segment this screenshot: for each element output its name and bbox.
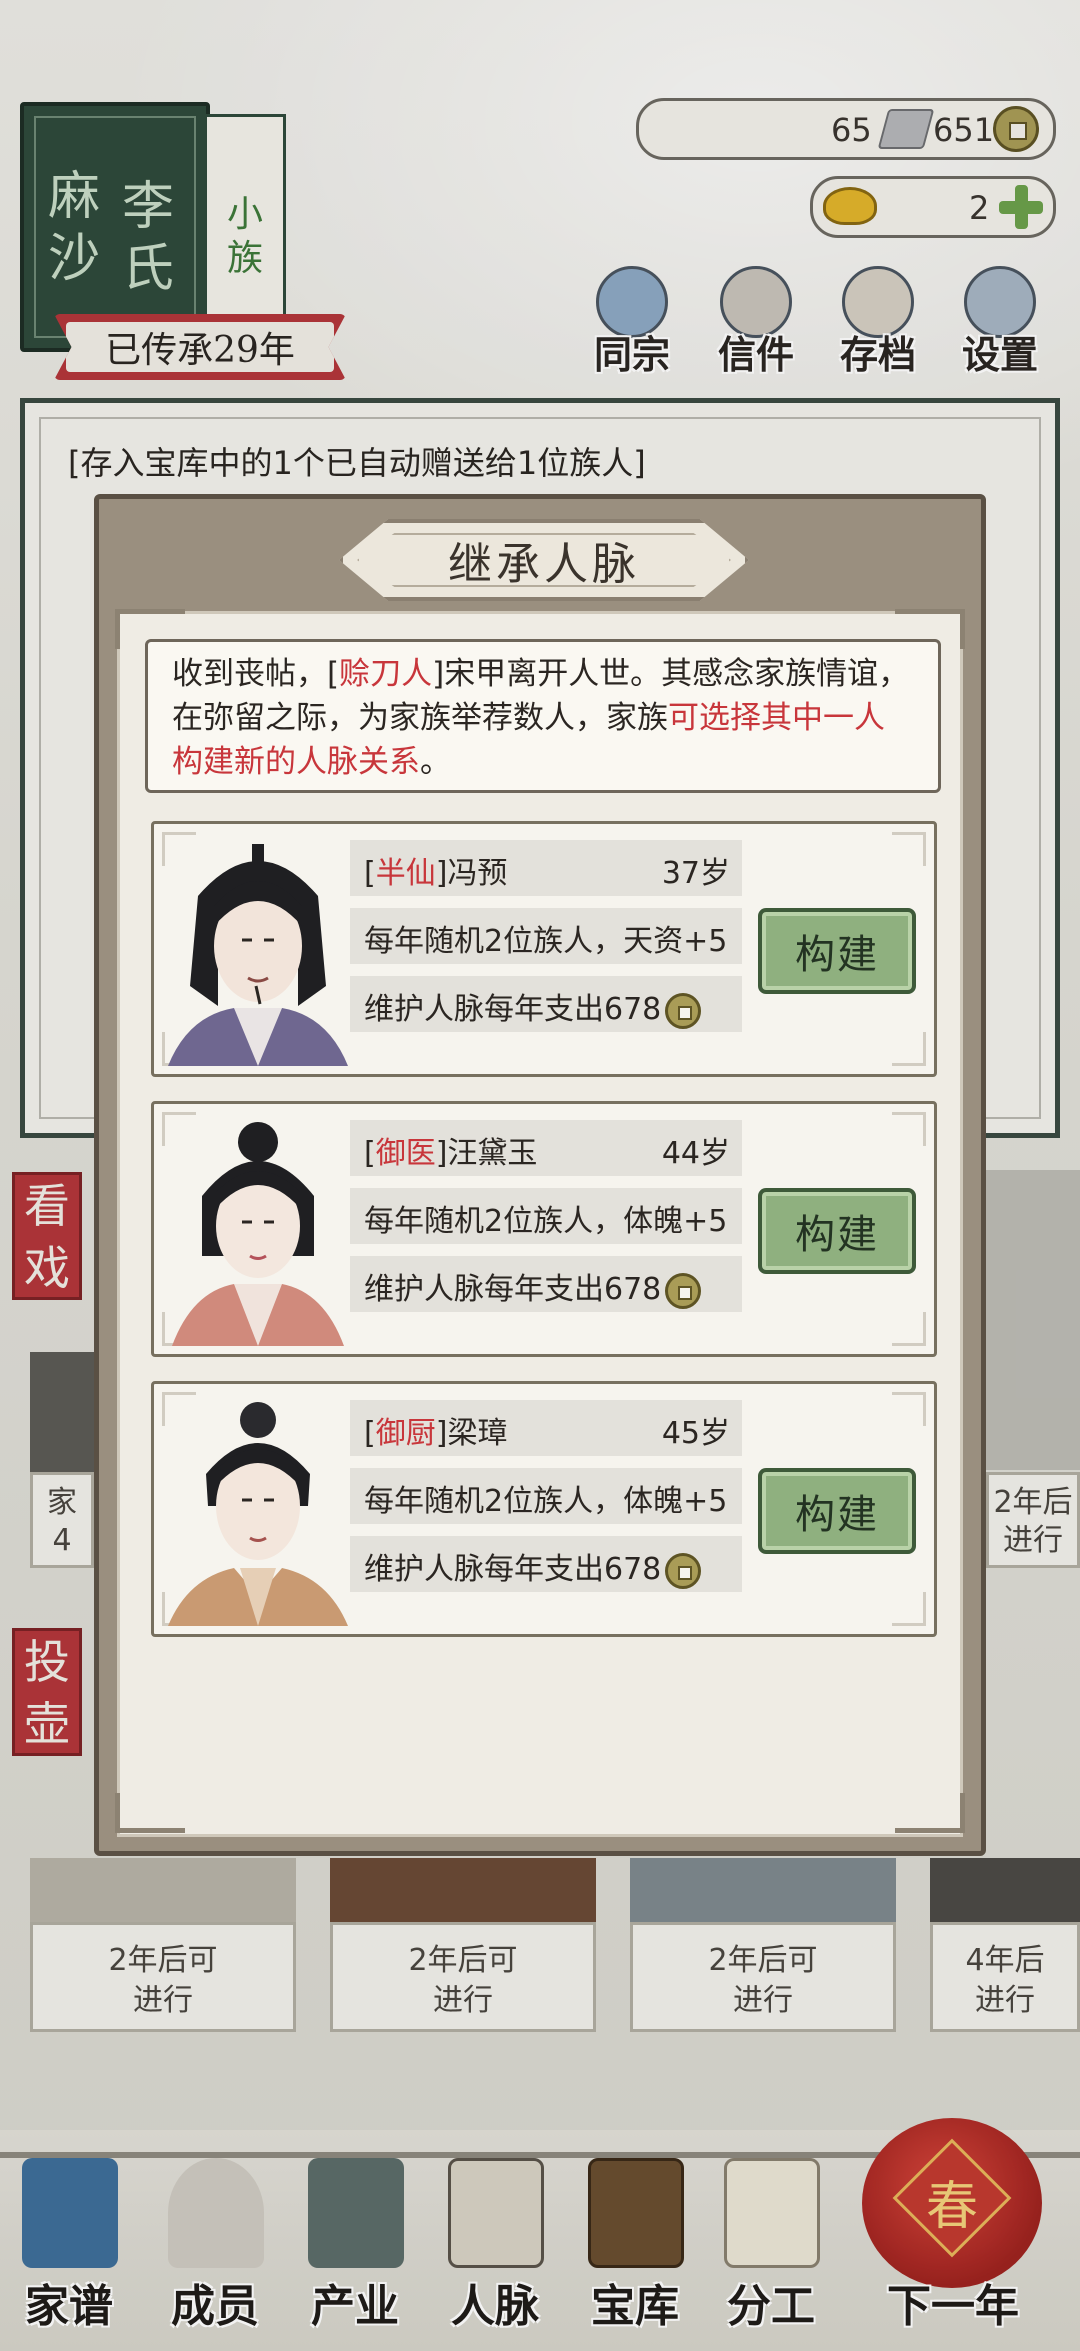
candidate-cost: 维护人脉每年支出678: [364, 1272, 662, 1307]
candidate-cost: 维护人脉每年支出678: [364, 992, 662, 1027]
candidate-name-text: 冯预: [447, 856, 508, 891]
candidate-card: [半仙]冯预 37岁 每年随机2位族人，天资+5 维护人脉每年支出678 构建: [151, 821, 937, 1077]
desc-text: 。: [420, 744, 451, 780]
candidate-age: 44岁: [661, 1136, 730, 1171]
candidate-bonus: 每年随机2位族人，天资+5: [364, 924, 728, 959]
candidate-card: [御厨]梁璋 45岁 每年随机2位族人，体魄+5 维护人脉每年支出678 构建: [151, 1381, 937, 1637]
dialog-title: 继承人脉: [357, 533, 731, 587]
desc-text: 收到丧帖，[: [172, 656, 340, 692]
copper-coin-icon: [665, 1272, 702, 1309]
candidate-cost: 维护人脉每年支出678: [364, 1552, 662, 1587]
candidate-name-text: 汪黛玉: [447, 1136, 538, 1171]
candidate-title: 半仙: [375, 856, 436, 891]
build-button[interactable]: 构建: [758, 1468, 916, 1554]
candidate-name: [御厨]梁璋: [364, 1416, 508, 1451]
build-button[interactable]: 构建: [758, 908, 916, 994]
copper-coin-icon: [665, 992, 702, 1029]
frame-corner: [895, 1793, 965, 1833]
candidate-age: 45岁: [661, 1416, 730, 1451]
desc-role: 赊刀人: [339, 656, 433, 692]
candidate-cost-line: 维护人脉每年支出678: [364, 1544, 702, 1589]
candidate-name-text: 梁璋: [447, 1416, 508, 1451]
build-button[interactable]: 构建: [758, 1188, 916, 1274]
candidate-portrait: [172, 1122, 344, 1346]
candidate-portrait: [168, 1402, 348, 1626]
inherit-network-dialog: 继承人脉 收到丧帖，[赊刀人]宋甲离开人世。其感念家族情谊，在弥留之际，为家族举…: [94, 494, 986, 1856]
dialog-title-plate: 继承人脉: [339, 519, 749, 601]
candidate-bonus: 每年随机2位族人，体魄+5: [364, 1204, 728, 1239]
candidate-cost-line: 维护人脉每年支出678: [364, 984, 702, 1029]
candidate-title: 御医: [375, 1136, 436, 1171]
candidate-cost-line: 维护人脉每年支出678: [364, 1264, 702, 1309]
candidate-bonus: 每年随机2位族人，体魄+5: [364, 1484, 728, 1519]
frame-corner: [115, 1793, 185, 1833]
candidate-portrait: [168, 844, 348, 1066]
candidate-name: [御医]汪黛玉: [364, 1136, 538, 1171]
candidate-name: [半仙]冯预: [364, 856, 508, 891]
candidate-card: [御医]汪黛玉 44岁 每年随机2位族人，体魄+5 维护人脉每年支出678 构建: [151, 1101, 937, 1357]
dialog-description: 收到丧帖，[赊刀人]宋甲离开人世。其感念家族情谊，在弥留之际，为家族举荐数人，家…: [145, 639, 941, 793]
candidate-title: 御厨: [375, 1416, 436, 1451]
candidate-age: 37岁: [661, 856, 730, 891]
copper-coin-icon: [665, 1552, 702, 1589]
